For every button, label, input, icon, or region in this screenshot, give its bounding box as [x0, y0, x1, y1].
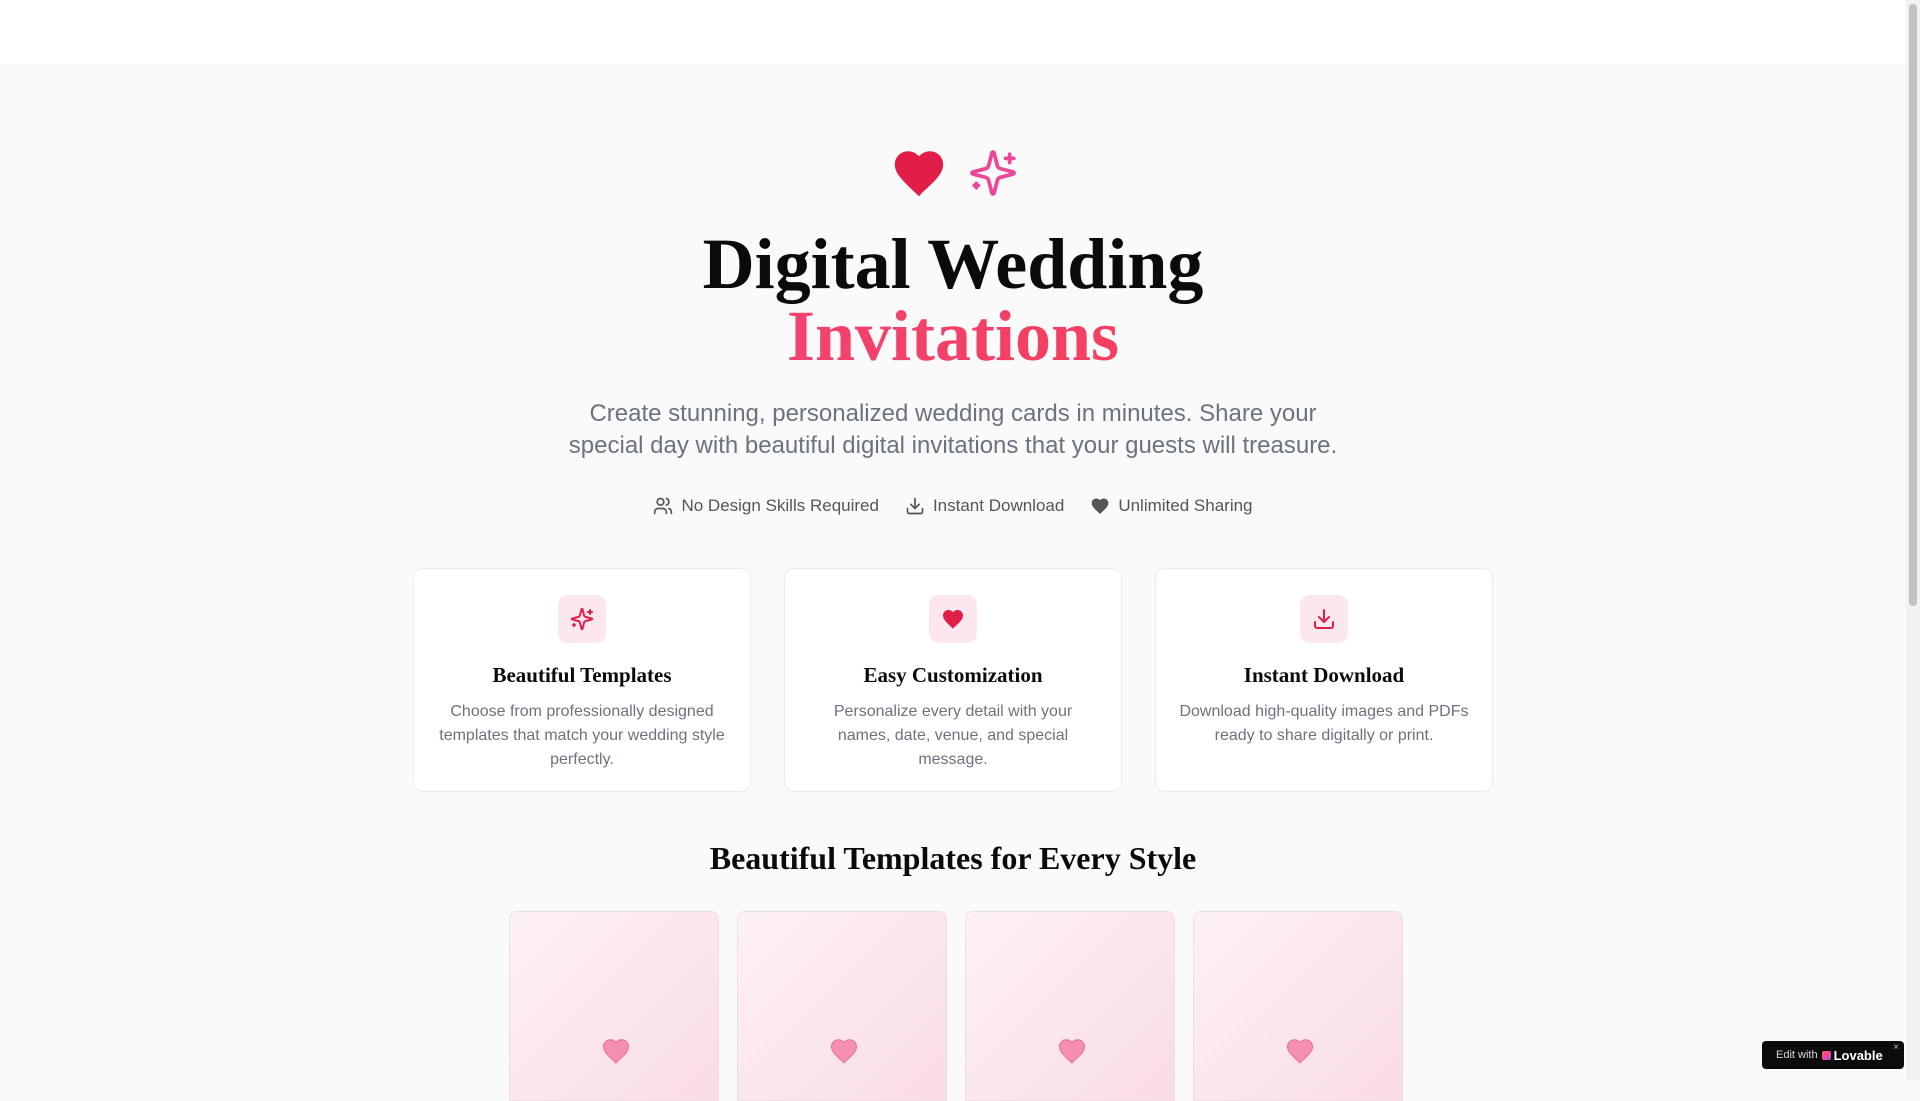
sparkles-icon	[570, 607, 594, 631]
card-instant-download: Instant Download Download high-quality i…	[1155, 568, 1493, 792]
template-card[interactable]	[1193, 911, 1403, 1101]
card-title: Easy Customization	[863, 663, 1043, 687]
heart-icon	[1090, 496, 1110, 516]
feature-label: No Design Skills Required	[681, 496, 879, 515]
landing-page: Digital Wedding Invitations Create stunn…	[0, 0, 1906, 1101]
page-title: Digital Wedding Invitations	[0, 228, 1906, 372]
scrollbar[interactable]	[1906, 0, 1920, 1080]
card-description: Choose from professionally designed temp…	[439, 703, 725, 768]
heart-icon	[600, 1036, 632, 1066]
card-icon-container	[1300, 595, 1348, 643]
feature-cards: Beautiful Templates Choose from professi…	[413, 568, 1501, 792]
card-title: Beautiful Templates	[492, 663, 672, 687]
card-easy-customization: Easy Customization Personalize every det…	[784, 568, 1122, 792]
heart-icon	[1056, 1036, 1088, 1066]
title-line-1: Digital Wedding	[702, 224, 1204, 304]
template-card[interactable]	[737, 911, 947, 1101]
heart-icon	[828, 1036, 860, 1066]
lovable-brand-label: Lovable	[1833, 1047, 1883, 1063]
sparkles-icon	[968, 148, 1018, 198]
feature-highlights: No Design Skills Required Instant Downlo…	[0, 496, 1906, 516]
feature-instant-download: Instant Download	[905, 496, 1064, 516]
heart-icon	[941, 607, 965, 631]
heart-icon	[1284, 1036, 1316, 1066]
card-icon-container	[558, 595, 606, 643]
download-icon	[1312, 607, 1336, 631]
feature-label: Instant Download	[932, 496, 1065, 515]
scrollbar-thumb[interactable]	[1909, 4, 1917, 606]
template-card[interactable]	[509, 911, 719, 1101]
lovable-logo-icon	[1821, 1050, 1831, 1060]
card-description: Download high-quality images and PDFs re…	[1179, 703, 1469, 744]
card-title: Instant Download	[1243, 663, 1405, 687]
close-icon[interactable]: ×	[1893, 1042, 1899, 1053]
card-description: Personalize every detail with your names…	[833, 703, 1073, 768]
heart-icon	[888, 144, 950, 202]
template-card[interactable]	[965, 911, 1175, 1101]
lovable-brand: Lovable	[1821, 1047, 1883, 1063]
download-icon	[905, 496, 925, 516]
feature-unlimited-sharing: Unlimited Sharing	[1090, 496, 1253, 516]
card-icon-container	[929, 595, 977, 643]
hero-icons	[0, 144, 1906, 202]
edit-with-lovable-badge[interactable]: Edit with Lovable ×	[1762, 1041, 1904, 1069]
users-icon	[653, 496, 673, 516]
template-gallery	[509, 911, 1403, 1101]
feature-label: Unlimited Sharing	[1118, 496, 1253, 515]
badge-prefix: Edit with	[1776, 1049, 1818, 1061]
card-beautiful-templates: Beautiful Templates Choose from professi…	[413, 568, 751, 792]
feature-no-design-skills: No Design Skills Required	[653, 496, 879, 516]
hero-subtitle: Create stunning, personalized wedding ca…	[568, 400, 1338, 459]
templates-section-title: Beautiful Templates for Every Style	[709, 840, 1197, 876]
title-line-2: Invitations	[0, 300, 1906, 372]
